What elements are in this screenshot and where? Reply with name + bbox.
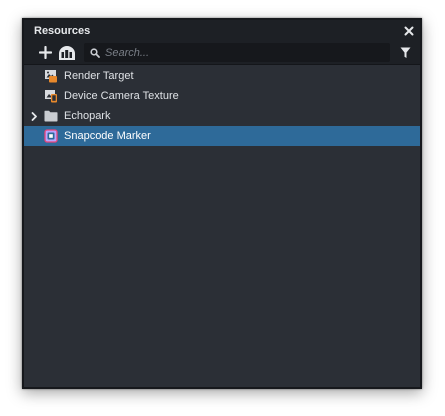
chevron-right-icon[interactable] [29, 111, 39, 121]
panel-toolbar [24, 41, 420, 65]
list-item-snapcode-marker[interactable]: Snapcode Marker [24, 126, 420, 146]
list-item-label: Device Camera Texture [64, 90, 179, 102]
search-box [84, 43, 390, 62]
filter-icon [400, 47, 410, 58]
resources-panel: Resources Search... Render Target Device… [22, 18, 422, 389]
folder-icon [44, 109, 58, 123]
render-target-icon [44, 69, 58, 83]
list-item-echopark[interactable]: Echopark [24, 106, 420, 126]
list-item-label: Echopark [64, 110, 111, 122]
filter-button[interactable] [394, 43, 416, 63]
resource-list: Render Target Device Camera Texture Echo… [24, 65, 420, 146]
close-button[interactable] [402, 24, 416, 38]
snapcode-marker-icon [44, 129, 58, 143]
add-resource-button[interactable] [34, 43, 56, 63]
list-item-label: Render Target [64, 70, 134, 82]
device-camera-icon [44, 89, 58, 103]
asset-library-icon [59, 45, 75, 60]
list-item-label: Snapcode Marker [64, 130, 151, 142]
list-item-device-camera-texture[interactable]: Device Camera Texture [24, 86, 420, 106]
close-icon [404, 26, 414, 35]
panel-title: Resources [34, 24, 91, 37]
list-item-render-target[interactable]: Render Target [24, 66, 420, 86]
search-icon [90, 47, 100, 58]
search-input[interactable] [105, 46, 390, 59]
asset-library-button[interactable] [56, 43, 78, 63]
plus-icon [38, 46, 52, 59]
panel-titlebar: Resources [24, 20, 420, 41]
